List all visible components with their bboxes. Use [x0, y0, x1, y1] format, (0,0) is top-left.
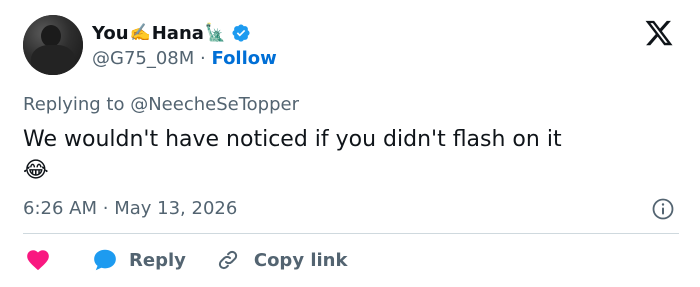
face-with-tears-of-joy-emoji: 😂	[23, 158, 49, 183]
reply-label: Reply	[129, 249, 186, 271]
info-icon[interactable]	[651, 197, 675, 221]
verified-badge-icon	[232, 24, 250, 42]
handle-row: @G75_08M · Follow	[92, 48, 277, 69]
action-bar: Reply Copy link	[23, 246, 347, 274]
tweet-time: 6:26 AM	[23, 198, 97, 219]
replying-to-prefix: Replying to	[23, 94, 125, 115]
display-name-part2: Hana	[151, 22, 204, 44]
like-button[interactable]	[23, 247, 83, 273]
copy-link-button[interactable]: Copy link	[216, 248, 348, 272]
reply-button[interactable]: Reply	[91, 247, 186, 273]
replying-to-mention[interactable]: @NeecheSeTopper	[130, 94, 299, 115]
tweet-embed-card: You ✍️ Hana 🗽 @G75_08M · Follow Replying…	[0, 0, 700, 287]
tweet-date: May 13, 2026	[114, 198, 238, 219]
timestamp[interactable]: 6:26 AM · May 13, 2026	[23, 198, 237, 219]
display-name[interactable]: You ✍️ Hana 🗽	[92, 20, 251, 46]
copy-link-label: Copy link	[253, 249, 348, 271]
timestamp-separator: ·	[102, 198, 109, 219]
link-icon	[218, 250, 237, 270]
follow-button[interactable]: Follow	[212, 48, 277, 69]
divider	[23, 233, 679, 234]
tweet-body: We wouldn't have noticed if you didn't f…	[23, 127, 562, 152]
writing-hand-emoji: ✍️	[129, 23, 151, 43]
handle-separator: ·	[200, 48, 206, 69]
statue-of-liberty-emoji: 🗽	[204, 23, 227, 43]
heart-icon	[27, 250, 49, 271]
display-name-part1: You	[92, 22, 129, 44]
replying-to-line: Replying to @NeecheSeTopper	[23, 94, 299, 115]
avatar-head	[41, 25, 61, 47]
tweet-text: We wouldn't have noticed if you didn't f…	[23, 124, 673, 186]
user-handle[interactable]: @G75_08M	[92, 48, 194, 69]
avatar-body	[31, 45, 75, 75]
avatar[interactable]	[23, 15, 83, 75]
x-logo-icon[interactable]	[644, 18, 674, 48]
speech-bubble-icon	[94, 249, 116, 271]
